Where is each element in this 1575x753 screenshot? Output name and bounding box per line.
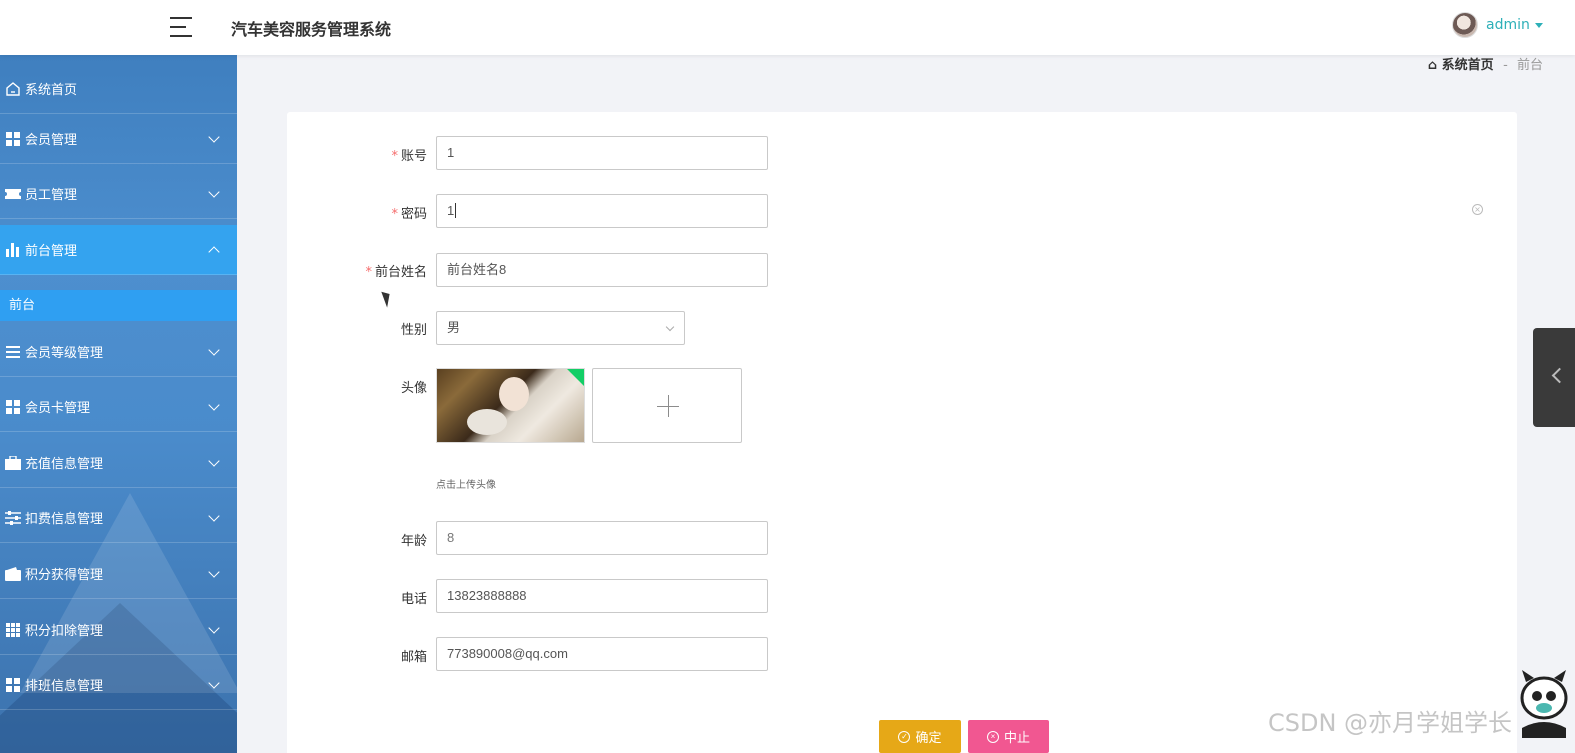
sidebar-item-label: 会员卡管理 [25,401,91,416]
chevron-down-icon [208,677,220,689]
top-header: 汽车美容服务管理系统 admin [0,0,1575,55]
sidebar: 系统首页 会员管理 员工管理 前台管理 前台 会员等级管理 会员卡管理 充值信息… [0,55,237,753]
home-icon [5,81,21,97]
breadcrumb: ⌂ 系统首页 - 前台 [1428,54,1543,73]
sidebar-item-staff[interactable]: 员工管理 [0,169,237,219]
age-label: 年龄 [400,534,427,549]
sidebar-item-label: 系统首页 [25,83,78,98]
wallet-icon [5,566,21,582]
sidebar-item-label: 积分获得管理 [25,568,104,583]
mascot-icon [1512,668,1572,738]
watermark: CSDN @亦月学姐学长 [1268,709,1513,737]
grid9-icon [5,622,21,638]
side-panel-toggle[interactable] [1533,328,1575,427]
confirm-button[interactable]: ✓ 确定 [879,720,961,753]
gender-value: 男 [447,320,461,335]
avatar-upload-button[interactable] [592,368,742,443]
sidebar-item-label: 会员管理 [25,133,78,148]
home-icon: ⌂ [1427,58,1438,73]
breadcrumb-separator: - [1503,58,1508,73]
chevron-down-icon [208,186,220,198]
sidebar-item-home[interactable]: 系统首页 [0,64,237,114]
chevron-down-icon [208,510,220,522]
gender-label: 性别 [400,323,427,338]
chevron-down-icon [208,344,220,356]
form-card: * 账号 1 * 密码 1 × * 前台姓名 前台姓名8 性别 男 头像 点击上传头像… [287,112,1517,753]
check-circle-icon: ✓ [898,730,911,743]
phone-label: 电话 [400,592,427,607]
breadcrumb-current: 前台 [1516,58,1543,73]
username: admin [1486,17,1530,33]
sidebar-item-recharge[interactable]: 充值信息管理 [0,438,237,488]
avatar-hint: 点击上传头像 [436,480,496,491]
chevron-down-icon [208,566,220,578]
avatar-label: 头像 [400,381,427,396]
photo-face [499,377,529,411]
sidebar-item-label: 员工管理 [25,188,78,203]
sidebar-item-member-levels[interactable]: 会员等级管理 [0,327,237,377]
upload-success-badge [567,369,584,386]
list-icon [5,344,21,360]
app-title: 汽车美容服务管理系统 [231,20,392,39]
cancel-button[interactable]: × 中止 [968,720,1049,753]
sidebar-item-label: 会员等级管理 [25,346,104,361]
ticket-icon [5,186,21,202]
menu-toggle-icon[interactable] [170,17,192,37]
briefcase-icon [5,455,21,471]
chevron-down-icon [208,399,220,411]
plus-icon [668,395,669,417]
grid-icon [5,131,21,147]
sidebar-item-member-cards[interactable]: 会员卡管理 [0,382,237,432]
password-input[interactable]: 1 [436,194,768,228]
sliders-icon [5,510,21,526]
sidebar-item-schedule[interactable]: 排班信息管理 [0,660,237,710]
photo-cat [467,409,507,435]
chevron-left-icon [1551,367,1568,384]
gender-select[interactable]: 男 [436,311,685,345]
user-menu[interactable]: admin [1452,12,1543,38]
sidebar-item-members[interactable]: 会员管理 [0,114,237,164]
chevron-down-icon [208,622,220,634]
sidebar-item-points-earned[interactable]: 积分获得管理 [0,549,237,599]
sidebar-item-points-deducted[interactable]: 积分扣除管理 [0,605,237,655]
phone-input[interactable]: 13823888888 [436,579,768,613]
sidebar-item-deduction[interactable]: 扣费信息管理 [0,493,237,543]
email-input[interactable]: 773890008@qq.com [436,637,768,671]
breadcrumb-home[interactable]: ⌂ 系统首页 [1428,58,1498,73]
chevron-up-icon [208,246,220,258]
clear-icon[interactable]: × [1472,204,1483,215]
chevron-down-icon [665,322,675,332]
sidebar-subitem-reception[interactable]: 前台 [0,290,237,321]
close-circle-icon: × [986,730,999,743]
bar-chart-icon [5,242,21,258]
password-label: * 密码 [391,207,427,222]
grid-icon [5,399,21,415]
chevron-down-icon [208,131,220,143]
caret-down-icon [1534,22,1543,28]
sidebar-item-label: 扣费信息管理 [25,512,104,527]
avatar [1452,12,1478,38]
grid-icon [5,677,21,693]
sidebar-item-label: 积分扣除管理 [25,624,104,639]
avatar-thumbnail[interactable] [436,368,585,443]
chevron-down-icon [208,455,220,467]
age-input[interactable]: 8 [436,521,768,555]
account-input[interactable]: 1 [436,136,768,170]
sidebar-item-label: 充值信息管理 [25,457,104,472]
account-label: * 账号 [391,149,427,164]
sidebar-item-reception[interactable]: 前台管理 [0,225,237,275]
name-input[interactable]: 前台姓名8 [436,253,768,287]
sidebar-item-label: 前台管理 [25,244,78,259]
sidebar-item-label: 排班信息管理 [25,679,104,694]
name-label: * 前台姓名 [365,265,427,280]
email-label: 邮箱 [400,650,427,665]
